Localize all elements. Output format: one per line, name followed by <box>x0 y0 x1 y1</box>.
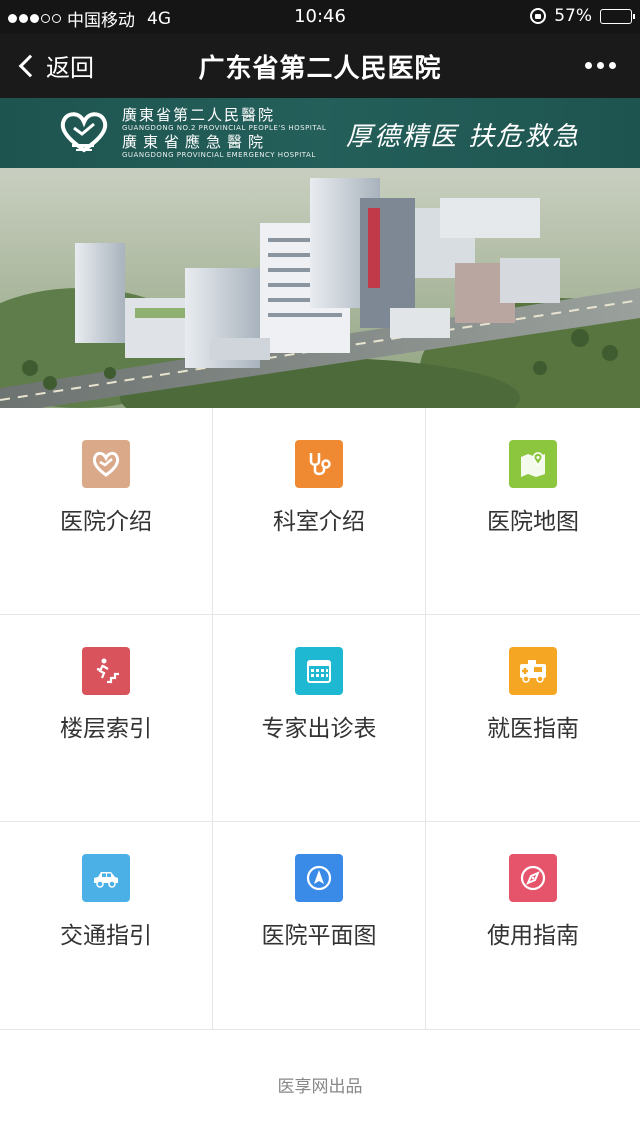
menu-traffic-guide[interactable]: 交通指引 <box>0 822 213 1030</box>
heart-logo-icon <box>82 440 130 488</box>
hospital-motto: 厚德精医 扶危救急 <box>346 122 581 152</box>
ambulance-icon <box>509 647 557 695</box>
hospital-name-line2: 廣東省應急醫院 <box>122 133 270 151</box>
menu-label: 医院地图 <box>487 509 579 535</box>
menu-user-guide[interactable]: 使用指南 <box>426 822 640 1030</box>
back-label: 返回 <box>46 54 94 82</box>
menu-expert-schedule[interactable]: 专家出诊表 <box>213 615 426 822</box>
menu-label: 就医指南 <box>487 716 579 742</box>
hospital-name-line1: 廣東省第二人民醫院 <box>122 106 276 124</box>
menu-label: 交通指引 <box>60 923 152 949</box>
menu-hospital-intro[interactable]: 医院介绍 <box>0 408 213 615</box>
stethoscope-icon <box>295 440 343 488</box>
menu-label: 医院介绍 <box>60 509 152 535</box>
battery-icon <box>600 8 635 24</box>
orientation-lock-icon <box>530 8 547 24</box>
status-right: 57% <box>530 6 635 26</box>
hospital-name-block: 廣東省第二人民醫院 GUANGDONG NO.2 PROVINCIAL PEOP… <box>122 106 326 160</box>
battery-percent: 57% <box>554 6 592 26</box>
hospital-name-en1: GUANGDONG NO.2 PROVINCIAL PEOPLE'S HOSPI… <box>122 124 327 132</box>
map-pin-icon <box>509 440 557 488</box>
menu-label: 使用指南 <box>487 923 579 949</box>
more-options-button[interactable] <box>585 62 616 69</box>
menu-department-intro[interactable]: 科室介绍 <box>213 408 426 615</box>
status-bar: 中国移动 4G 10:46 57% <box>0 0 640 34</box>
menu-hospital-map[interactable]: 医院地图 <box>426 408 640 615</box>
hospital-aerial-image <box>0 168 640 408</box>
menu-medical-guide[interactable]: 就医指南 <box>426 615 640 822</box>
footer-credit: 医享网出品 <box>277 1077 363 1097</box>
car-icon <box>82 854 130 902</box>
menu-label: 楼层索引 <box>60 716 152 742</box>
page-title: 广东省第二人民医院 <box>198 54 442 84</box>
hospital-name-en2: GUANGDONG PROVINCIAL EMERGENCY HOSPITAL <box>122 151 316 159</box>
compass-icon <box>509 854 557 902</box>
hospital-logo-icon <box>60 112 108 153</box>
calendar-icon <box>295 647 343 695</box>
footer: 医享网出品 <box>0 1030 640 1138</box>
menu-floor-plan[interactable]: 医院平面图 <box>213 822 426 1030</box>
menu-label: 科室介绍 <box>273 509 365 535</box>
chevron-left-icon <box>18 54 42 77</box>
menu-grid: 医院介绍 科室介绍 医院地图 楼层索引 专家出诊表 就医指南 交通指引 医院平面… <box>0 408 640 1030</box>
nav-bar: 返回 广东省第二人民医院 <box>0 34 640 98</box>
back-button[interactable]: 返回 <box>18 48 94 83</box>
menu-label: 专家出诊表 <box>261 716 377 742</box>
hospital-banner: 廣東省第二人民醫院 GUANGDONG NO.2 PROVINCIAL PEOP… <box>0 98 640 168</box>
stairs-icon <box>82 647 130 695</box>
menu-label: 医院平面图 <box>261 923 377 949</box>
menu-floor-index[interactable]: 楼层索引 <box>0 615 213 822</box>
navigation-icon <box>295 854 343 902</box>
